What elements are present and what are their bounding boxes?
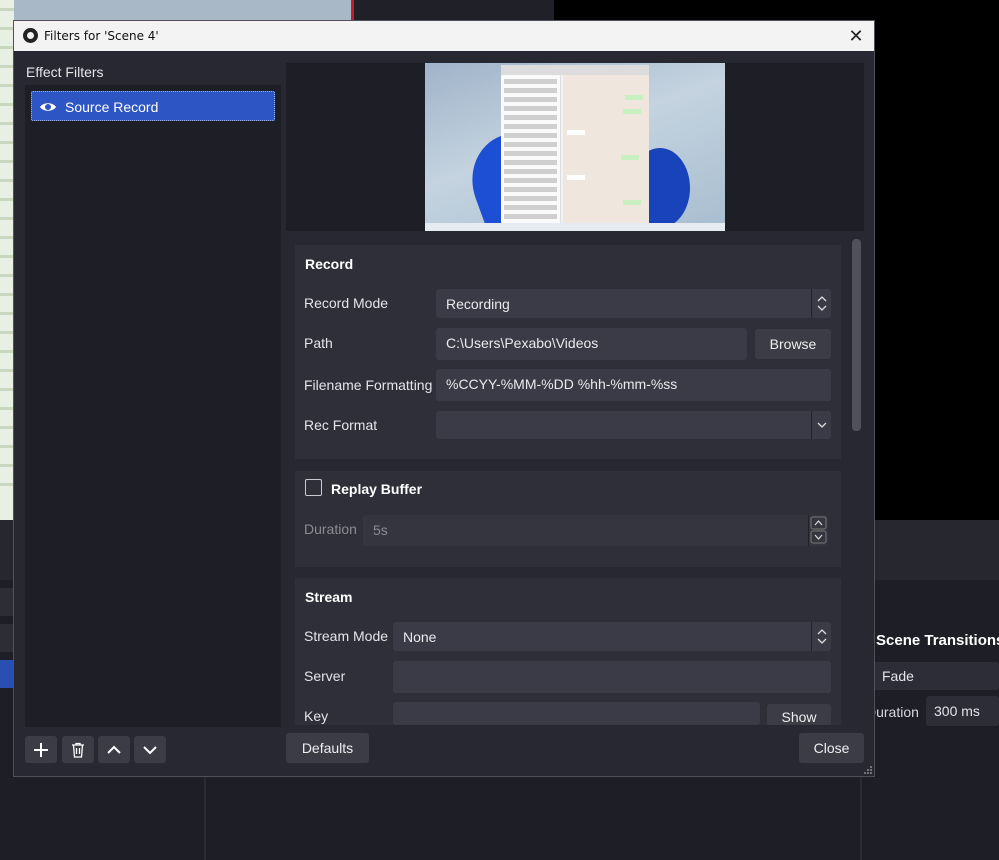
bg-preview-stripe bbox=[0, 217, 14, 220]
bg-scene-item[interactable] bbox=[0, 624, 14, 652]
record-group: Record Record Mode Recording Path C:\Use… bbox=[295, 245, 841, 459]
chevron-down-icon bbox=[811, 411, 831, 439]
record-mode-label: Record Mode bbox=[304, 295, 389, 311]
bg-preview-stripe bbox=[0, 103, 14, 106]
add-filter-button[interactable] bbox=[25, 736, 57, 763]
dialog-title: Filters for 'Scene 4' bbox=[44, 29, 159, 43]
spin-arrows-icon[interactable] bbox=[808, 515, 828, 546]
effect-filters-label: Effect Filters bbox=[26, 64, 104, 80]
transition-duration-input[interactable]: 300 ms bbox=[926, 696, 999, 726]
filter-item-label: Source Record bbox=[65, 99, 159, 115]
bg-preview-top bbox=[14, 0, 354, 22]
chevron-up-icon bbox=[107, 745, 121, 754]
bg-preview-stripe bbox=[0, 445, 14, 448]
bg-preview-stripe bbox=[0, 198, 14, 201]
replay-buffer-group: Replay Buffer Duration 5s bbox=[295, 471, 841, 567]
bg-preview-stripe bbox=[0, 27, 14, 30]
stream-mode-value: None bbox=[403, 629, 437, 645]
remove-filter-button[interactable] bbox=[62, 736, 94, 763]
bg-preview-stripe bbox=[0, 369, 14, 372]
key-label: Key bbox=[304, 708, 329, 724]
replay-duration-spinbox[interactable]: 5s bbox=[363, 515, 828, 546]
bg-panel-gap bbox=[354, 0, 554, 22]
resize-grip-icon[interactable] bbox=[864, 766, 872, 774]
browse-button[interactable]: Browse bbox=[755, 329, 831, 359]
bg-preview-stripe bbox=[0, 46, 14, 49]
replay-buffer-checkbox[interactable] bbox=[305, 479, 322, 496]
replay-duration-value: 5s bbox=[373, 522, 388, 538]
replay-duration-label: Duration bbox=[304, 521, 357, 537]
close-icon[interactable]: ✕ bbox=[844, 24, 868, 48]
bg-preview-stripe bbox=[0, 312, 14, 315]
eye-icon[interactable] bbox=[39, 98, 57, 116]
scene-transitions-title: Scene Transitions bbox=[876, 632, 999, 649]
bg-preview-stripe bbox=[0, 331, 14, 334]
filters-dialog: Filters for 'Scene 4' ✕ Effect Filters S… bbox=[13, 20, 875, 777]
filter-list[interactable]: Source Record bbox=[25, 85, 281, 727]
record-mode-select[interactable]: Recording bbox=[436, 289, 831, 318]
bg-preview-stripe bbox=[0, 388, 14, 391]
bg-preview-stripe bbox=[0, 464, 14, 467]
bg-preview-stripe bbox=[0, 255, 14, 258]
bg-preview-stripe bbox=[0, 293, 14, 296]
bg-scene-item[interactable] bbox=[0, 588, 14, 616]
scene-transitions-dock: Scene Transitions Fade Duration 300 ms bbox=[866, 620, 999, 860]
title-bar: Filters for 'Scene 4' ✕ bbox=[14, 21, 874, 51]
close-button[interactable]: Close bbox=[799, 733, 864, 763]
bg-preview-stripe bbox=[0, 141, 14, 144]
server-input[interactable] bbox=[393, 661, 831, 693]
bg-preview-stripe bbox=[0, 8, 14, 11]
server-label: Server bbox=[304, 668, 346, 684]
bg-preview-stripe bbox=[0, 407, 14, 410]
path-label: Path bbox=[304, 335, 333, 351]
obs-logo-icon bbox=[23, 28, 38, 43]
properties-scrollbar[interactable] bbox=[852, 239, 861, 431]
record-group-title: Record bbox=[305, 256, 354, 272]
bg-preview-stripe bbox=[0, 350, 14, 353]
preview-image bbox=[425, 63, 725, 231]
plus-icon bbox=[34, 743, 48, 757]
filename-formatting-input[interactable]: %CCYY-%MM-%DD %hh-%mm-%ss bbox=[436, 369, 831, 401]
key-input[interactable] bbox=[393, 702, 760, 725]
bg-preview-stripe bbox=[0, 483, 14, 486]
bg-preview-stripe bbox=[0, 160, 14, 163]
stream-group: Stream Stream Mode None Server Key Show bbox=[295, 578, 841, 725]
bg-preview-stripe bbox=[0, 236, 14, 239]
move-filter-down-button[interactable] bbox=[134, 736, 166, 763]
bg-preview-stripe bbox=[0, 65, 14, 68]
stream-mode-label: Stream Mode bbox=[304, 628, 389, 644]
filter-item-source-record[interactable]: Source Record bbox=[31, 91, 275, 121]
path-input[interactable]: C:\Users\Pexabo\Videos bbox=[436, 328, 747, 360]
stream-mode-select[interactable]: None bbox=[393, 622, 831, 651]
bg-right-strip bbox=[875, 22, 999, 520]
stream-group-title: Stream bbox=[305, 589, 353, 605]
bg-preview-stripe bbox=[0, 84, 14, 87]
updown-arrows-icon bbox=[811, 622, 831, 651]
transition-select[interactable]: Fade bbox=[872, 662, 999, 690]
chevron-down-icon bbox=[143, 746, 157, 755]
bg-preview-stripe bbox=[0, 122, 14, 125]
record-mode-value: Recording bbox=[446, 296, 510, 312]
trash-icon bbox=[72, 742, 84, 758]
bg-scene-item-selected[interactable] bbox=[0, 660, 14, 688]
updown-arrows-icon bbox=[811, 289, 831, 318]
move-filter-up-button[interactable] bbox=[98, 736, 130, 763]
bg-preview-stripe bbox=[0, 274, 14, 277]
replay-buffer-title: Replay Buffer bbox=[331, 481, 423, 497]
rec-format-select[interactable] bbox=[436, 411, 831, 439]
filter-preview bbox=[286, 63, 864, 231]
show-key-button[interactable]: Show bbox=[767, 704, 831, 725]
filename-formatting-label: Filename Formatting bbox=[304, 377, 433, 393]
bg-preview-stripe bbox=[0, 179, 14, 182]
bg-preview-left bbox=[0, 0, 14, 520]
defaults-button[interactable]: Defaults bbox=[286, 733, 369, 763]
rec-format-label: Rec Format bbox=[304, 417, 378, 433]
bg-preview-stripe bbox=[0, 426, 14, 429]
